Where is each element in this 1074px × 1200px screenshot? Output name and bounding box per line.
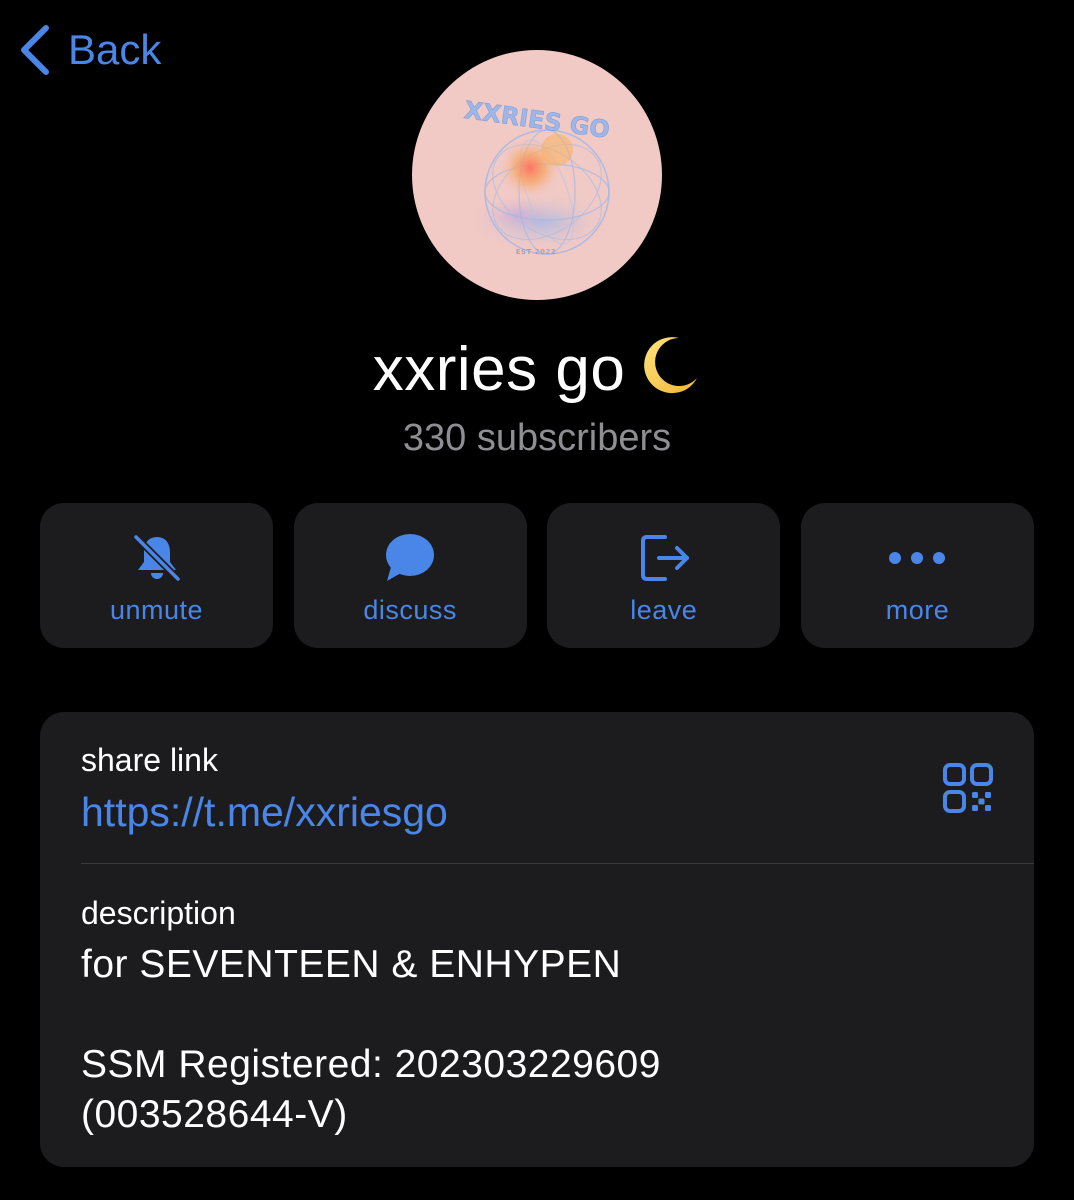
subscriber-count: 330 subscribers [402,417,672,459]
share-link-url[interactable]: https://t.me/xxriesgo [81,788,448,836]
discuss-label: discuss [363,595,457,625]
share-link-label: share link [81,742,218,778]
bell-slash-icon [40,531,273,585]
more-dots-icon [801,531,1034,585]
action-buttons: unmute discuss leave more [40,503,1034,648]
chevron-left-icon [18,24,52,76]
info-card: share link https://t.me/xxriesgo descrip… [40,712,1034,1167]
crescent-moon-icon [639,334,701,416]
description-label: description [81,895,236,931]
channel-avatar[interactable]: XXRIES GO EST 2022 [412,50,662,300]
back-label: Back [68,26,162,73]
description-text: for SEVENTEEN & ENHYPEN SSM Registered: … [81,943,661,1136]
back-button[interactable]: Back [18,24,161,76]
channel-title: xxries go [0,330,1074,416]
leave-label: leave [630,595,698,625]
more-label: more [885,595,950,625]
qr-code-icon[interactable] [942,762,994,814]
unmute-label: unmute [109,595,204,625]
discuss-button[interactable]: discuss [293,503,527,648]
svg-text:EST 2022: EST 2022 [516,248,557,256]
chat-bubble-icon [294,531,527,585]
channel-title-text: xxries go [372,335,626,404]
avatar-logo-image: XXRIES GO EST 2022 [462,96,612,256]
more-button[interactable]: more [800,503,1034,648]
leave-button[interactable]: leave [547,503,781,648]
leave-icon [547,531,780,585]
info-divider [81,863,1034,864]
unmute-button[interactable]: unmute [40,503,273,648]
